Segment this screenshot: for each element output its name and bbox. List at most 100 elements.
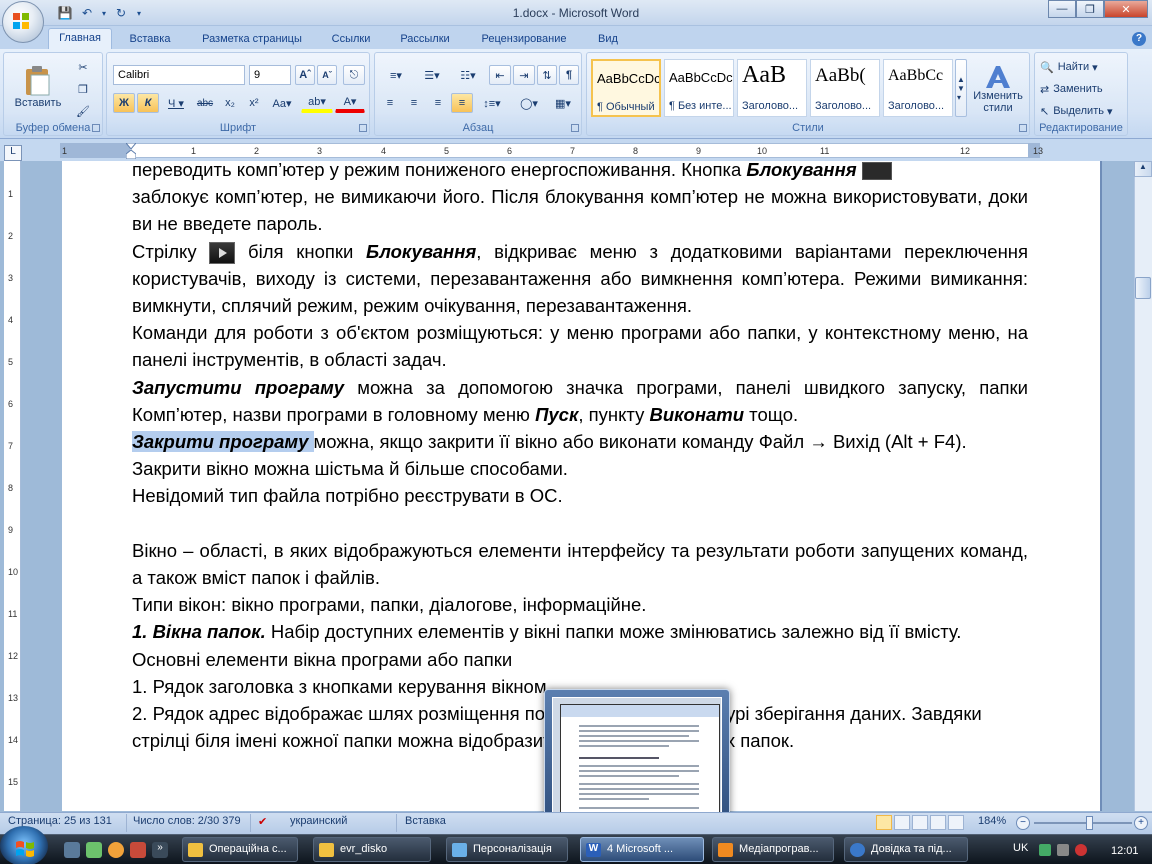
increase-indent-icon[interactable]: ⇥ xyxy=(513,65,535,85)
tab-selector-icon[interactable]: L xyxy=(4,145,22,161)
document-text[interactable]: переводить комп’ютер у режим пониженого … xyxy=(132,161,1028,754)
indent-marker-icon[interactable] xyxy=(124,142,138,160)
highlight-color-icon[interactable]: ab▾ xyxy=(301,93,333,113)
superscript-button[interactable]: x² xyxy=(243,93,265,113)
print-layout-view-icon[interactable] xyxy=(876,815,892,830)
vertical-scrollbar[interactable] xyxy=(1134,161,1152,811)
strikethrough-button[interactable]: abc xyxy=(193,93,217,113)
tab-insert[interactable]: Вставка xyxy=(118,30,182,50)
change-styles-button[interactable]: Изменить стили xyxy=(969,57,1027,121)
horizontal-ruler[interactable] xyxy=(60,143,1040,158)
text-run: Стрілку xyxy=(132,240,210,262)
font-color-icon[interactable]: A▾ xyxy=(335,93,365,113)
proofing-icon[interactable]: ✔ xyxy=(258,815,267,828)
styles-launcher-icon[interactable] xyxy=(1019,124,1027,132)
paste-label: Вставить xyxy=(14,97,62,109)
taskbar-item-active[interactable]: W 4 Microsoft ... xyxy=(580,837,704,862)
underline-button[interactable]: Ч ▾ xyxy=(163,93,189,113)
font-size-field[interactable]: 9 xyxy=(249,65,291,85)
shading-icon[interactable]: ◯▾ xyxy=(513,93,545,113)
web-layout-icon[interactable] xyxy=(912,815,928,830)
zoom-slider-thumb[interactable] xyxy=(1086,816,1093,830)
scroll-up-icon[interactable]: ▲ xyxy=(1134,161,1152,177)
paste-button[interactable]: Вставить xyxy=(8,57,68,117)
bold-button[interactable]: Ж xyxy=(113,93,135,113)
selected-text[interactable]: Закрити програму xyxy=(132,431,314,453)
paragraph-launcher-icon[interactable] xyxy=(571,124,579,132)
cut-icon[interactable]: ✂ xyxy=(72,57,94,77)
clock[interactable]: 12:01 xyxy=(1111,845,1139,857)
change-case-button[interactable]: Aa▾ xyxy=(267,93,297,113)
zoom-slider[interactable] xyxy=(1034,822,1132,824)
style-heading-2[interactable]: AaBb( Заголово... xyxy=(810,59,880,117)
word-count[interactable]: Число слов: 2/30 379 xyxy=(133,815,241,827)
find-button[interactable]: 🔍 Найти ▾ xyxy=(1039,57,1125,77)
taskbar-item[interactable]: Персоналізація xyxy=(446,837,568,862)
language-indicator[interactable]: украинский xyxy=(290,815,347,827)
tray-volume-icon[interactable] xyxy=(1057,844,1069,856)
tab-review[interactable]: Рецензирование xyxy=(468,30,580,50)
subscript-button[interactable]: x₂ xyxy=(219,93,241,113)
decrease-indent-icon[interactable]: ⇤ xyxy=(489,65,511,85)
quicklaunch-more-icon[interactable]: » xyxy=(152,842,168,858)
show-desktop-icon[interactable] xyxy=(64,842,80,858)
show-formatting-icon[interactable]: ¶ xyxy=(559,65,579,85)
vertical-ruler[interactable]: 1 2 3 4 5 6 7 8 9 10 11 12 13 14 15 xyxy=(4,161,21,811)
maximize-button[interactable]: ❐ xyxy=(1076,0,1104,18)
line-spacing-icon[interactable]: ↕≡▾ xyxy=(475,93,509,113)
shrink-font-icon[interactable]: Aˇ xyxy=(317,65,337,85)
tab-home[interactable]: Главная xyxy=(48,28,112,50)
select-button[interactable]: ↖ Выделить ▾ xyxy=(1039,101,1125,121)
clipboard-launcher-icon[interactable] xyxy=(92,124,100,132)
input-language[interactable]: UK xyxy=(1013,842,1028,854)
taskbar-item[interactable]: Довідка та під... xyxy=(844,837,968,862)
help-icon[interactable]: ? xyxy=(1132,32,1146,46)
bullets-icon[interactable]: ≡▾ xyxy=(379,65,413,85)
multilevel-list-icon[interactable]: ☷▾ xyxy=(451,65,485,85)
italic-button[interactable]: К xyxy=(137,93,159,113)
taskbar-item-label: Довідка та під... xyxy=(871,843,952,855)
tab-mailings[interactable]: Рассылки xyxy=(390,30,460,50)
align-left-icon[interactable]: ≡ xyxy=(379,93,401,113)
tray-app-icon[interactable] xyxy=(1075,844,1087,856)
tab-references[interactable]: Ссылки xyxy=(318,30,384,50)
align-right-icon[interactable]: ≡ xyxy=(427,93,449,113)
zoom-in-icon[interactable]: + xyxy=(1134,816,1148,830)
tab-page-layout[interactable]: Разметка страницы xyxy=(190,30,314,50)
vruler-number: 4 xyxy=(8,315,14,325)
outline-view-icon[interactable] xyxy=(930,815,946,830)
zoom-level[interactable]: 184% xyxy=(978,815,1006,827)
grow-font-icon[interactable]: Aˆ xyxy=(295,65,315,85)
quicklaunch-browser-icon[interactable] xyxy=(108,842,124,858)
borders-icon[interactable]: ▦▾ xyxy=(547,93,579,113)
zoom-out-icon[interactable]: − xyxy=(1016,816,1030,830)
numbering-icon[interactable]: ☰▾ xyxy=(415,65,449,85)
taskbar-item[interactable]: evr_disko xyxy=(313,837,431,862)
styles-scroll-icon[interactable]: ▲ ▼ ▾ xyxy=(955,59,967,117)
quicklaunch-app-icon[interactable] xyxy=(86,842,102,858)
insert-mode[interactable]: Вставка xyxy=(405,815,446,827)
taskbar-item[interactable]: Операційна с... xyxy=(182,837,298,862)
font-name-field[interactable]: Calibri xyxy=(113,65,245,85)
clear-formatting-icon[interactable]: ⎋ xyxy=(343,65,365,85)
style-normal[interactable]: AaBbCcDc ¶ Обычный xyxy=(591,59,661,117)
taskbar-item[interactable]: Медіапрограв... xyxy=(712,837,834,862)
scrollbar-thumb[interactable] xyxy=(1135,277,1151,299)
align-center-icon[interactable]: ≡ xyxy=(403,93,425,113)
close-button[interactable]: ✕ xyxy=(1104,0,1148,18)
format-painter-icon[interactable]: 🖌 xyxy=(72,101,94,121)
style-heading-3[interactable]: AaBbCc Заголово... xyxy=(883,59,953,117)
replace-button[interactable]: ⇄ Заменить xyxy=(1039,79,1125,99)
minimize-button[interactable]: — xyxy=(1048,0,1076,18)
quicklaunch-media-icon[interactable] xyxy=(130,842,146,858)
copy-icon[interactable]: ❐ xyxy=(72,79,94,99)
style-heading-1[interactable]: AaB Заголово... xyxy=(737,59,807,117)
tray-network-icon[interactable] xyxy=(1039,844,1051,856)
style-no-spacing[interactable]: AaBbCcDc ¶ Без инте... xyxy=(664,59,734,117)
sort-icon[interactable]: ⇅ xyxy=(537,65,557,85)
full-screen-reading-icon[interactable] xyxy=(894,815,910,830)
tab-view[interactable]: Вид xyxy=(584,30,632,50)
font-launcher-icon[interactable] xyxy=(359,124,367,132)
justify-icon[interactable]: ≡ xyxy=(451,93,473,113)
draft-view-icon[interactable] xyxy=(948,815,964,830)
